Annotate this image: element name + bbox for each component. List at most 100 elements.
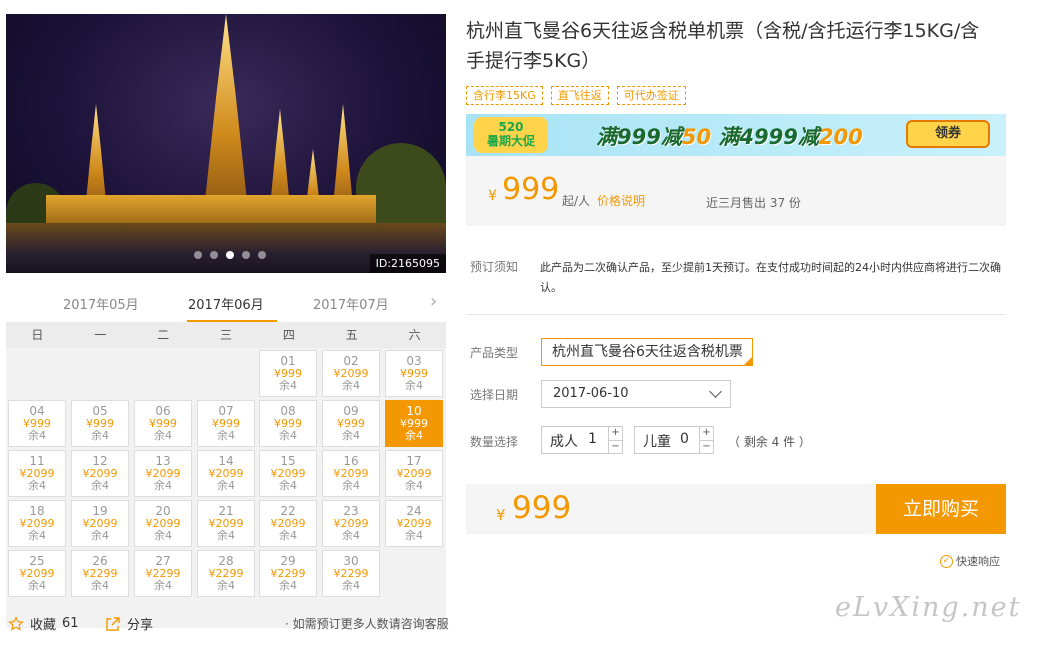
calendar-day-stock: 余4	[279, 429, 297, 442]
slide-dot[interactable]	[258, 251, 266, 259]
product-type-option[interactable]: 杭州直飞曼谷6天往返含税机票	[541, 338, 753, 366]
calendar-day-stock: 余4	[217, 579, 235, 592]
calendar-day-cell[interactable]: 18 ¥2099 余4	[8, 500, 66, 547]
calendar-day-cell[interactable]: 10 ¥999 余4	[385, 400, 443, 447]
month-tab-july[interactable]: 2017年07月	[313, 294, 389, 313]
month-tab-june[interactable]: 2017年06月	[188, 294, 264, 313]
promo-badge: 520 暑期大促	[474, 117, 548, 153]
share-button[interactable]: 分享	[105, 614, 153, 633]
calendar-day-cell[interactable]: 28 ¥2299 余4	[197, 550, 255, 597]
adult-plus-button[interactable]: +	[609, 427, 622, 440]
calendar-day-stock: 余4	[217, 479, 235, 492]
adult-value[interactable]: 1	[588, 431, 597, 447]
offer-prefix: 满999减	[596, 125, 682, 149]
calendar-day-stock: 余4	[91, 479, 109, 492]
consult-service-link[interactable]: · 如需预订更多人数请咨询客服	[285, 615, 449, 632]
child-value[interactable]: 0	[680, 431, 689, 447]
month-nav: 2017年05月 2017年06月 2017年07月 ›	[6, 288, 446, 322]
chevron-down-icon	[709, 385, 722, 398]
slide-dot[interactable]	[194, 251, 202, 259]
slide-dot[interactable]	[226, 251, 234, 259]
calendar-day-cell[interactable]: 09 ¥999 余4	[322, 400, 380, 447]
slide-dot[interactable]	[210, 251, 218, 259]
adult-stepper-buttons: + −	[608, 427, 622, 453]
calendar-day-cell[interactable]: 27 ¥2299 余4	[134, 550, 192, 597]
calendar-day-stock: 余4	[342, 579, 360, 592]
promo-banner[interactable]: 520 暑期大促 满999减50 满4999减200 领券	[466, 114, 1006, 156]
calendar-day-cell[interactable]: 03 ¥999 余4	[385, 350, 443, 397]
get-coupon-button[interactable]: 领券	[906, 120, 990, 148]
calendar-day-cell[interactable]: 19 ¥2099 余4	[71, 500, 129, 547]
calendar-day-cell[interactable]: 17 ¥2099 余4	[385, 450, 443, 497]
calendar-day-cell[interactable]: 29 ¥2299 余4	[259, 550, 317, 597]
calendar-day-stock: 余4	[279, 529, 297, 542]
calendar-day-cell[interactable]: 22 ¥2099 余4	[259, 500, 317, 547]
calendar-day-cell[interactable]: 24 ¥2099 余4	[385, 500, 443, 547]
calendar-day-cell[interactable]: 13 ¥2099 余4	[134, 450, 192, 497]
price-calendar: 日 一 二 三 四 五 六 01 ¥999 余4 02 ¥2099 余4 03 ¥999 余4 0…	[6, 322, 446, 628]
slide-dot[interactable]	[242, 251, 250, 259]
calendar-day-stock: 余4	[279, 379, 297, 392]
promo-badge-top: 520	[498, 120, 524, 134]
child-minus-button[interactable]: −	[700, 440, 713, 453]
calendar-day-stock: 余4	[91, 429, 109, 442]
calendar-day-cell[interactable]: 04 ¥999 余4	[8, 400, 66, 447]
child-label: 儿童	[643, 434, 671, 450]
calendar-day-stock: 余4	[342, 529, 360, 542]
calendar-day-cell[interactable]: 01 ¥999 余4	[259, 350, 317, 397]
price-per-person: 起/人	[562, 194, 591, 208]
calendar-day-cell[interactable]: 14 ¥2099 余4	[197, 450, 255, 497]
child-plus-button[interactable]: +	[700, 427, 713, 440]
chevron-right-icon[interactable]: ›	[430, 291, 437, 312]
calendar-day-cell[interactable]: 07 ¥999 余4	[197, 400, 255, 447]
quantity-label: 数量选择	[470, 435, 519, 449]
month-tab-may[interactable]: 2017年05月	[63, 294, 139, 313]
calendar-day-stock: 余4	[28, 479, 46, 492]
date-select[interactable]: 2017-06-10	[541, 380, 731, 408]
calendar-day-cell[interactable]: 16 ¥2099 余4	[322, 450, 380, 497]
child-stepper[interactable]: 儿童 0 + −	[634, 426, 714, 454]
product-tags: 含行李15KG 直飞往返 可代办签证	[466, 86, 686, 105]
buy-now-button[interactable]: 立即购买	[876, 484, 1006, 534]
calendar-day-cell[interactable]: 08 ¥999 余4	[259, 400, 317, 447]
calendar-day-cell[interactable]: 20 ¥2099 余4	[134, 500, 192, 547]
tag-direct-flight: 直飞往返	[550, 86, 609, 105]
quick-response-badge: ✓ 快速响应	[940, 553, 1000, 569]
price-explain-link[interactable]: 价格说明	[597, 192, 645, 209]
calendar-day-cell[interactable]: 30 ¥2299 余4	[322, 550, 380, 597]
favorite-button[interactable]: 收藏 61	[8, 614, 79, 633]
calendar-day-cell[interactable]: 06 ¥999 余4	[134, 400, 192, 447]
remaining-stock: （ 剩余 4 件 ）	[728, 435, 811, 449]
watermark: eLvXing.net	[835, 592, 1022, 623]
calendar-day-cell[interactable]: 05 ¥999 余4	[71, 400, 129, 447]
adult-minus-button[interactable]: −	[609, 440, 622, 453]
calendar-day-cell[interactable]: 15 ¥2099 余4	[259, 450, 317, 497]
calendar-weekday-header: 日 一 二 三 四 五 六	[6, 322, 446, 348]
offer-a: 50	[681, 125, 712, 149]
weekday-wed: 三	[220, 328, 233, 342]
adult-stepper[interactable]: 成人 1 + −	[541, 426, 623, 454]
hero-spire-main	[203, 14, 249, 214]
calendar-day-stock: 余4	[154, 429, 172, 442]
calendar-day-cell[interactable]: 02 ¥2099 余4	[322, 350, 380, 397]
calendar-day-cell[interactable]: 23 ¥2099 余4	[322, 500, 380, 547]
calendar-day-stock: 余4	[217, 529, 235, 542]
calendar-day-stock: 余4	[91, 579, 109, 592]
calendar-day-stock: 余4	[405, 379, 423, 392]
calendar-day-cell[interactable]: 11 ¥2099 余4	[8, 450, 66, 497]
calendar-day-cell[interactable]: 26 ¥2299 余4	[71, 550, 129, 597]
calendar-day-stock: 余4	[154, 579, 172, 592]
product-type-value: 杭州直飞曼谷6天往返含税机票	[552, 344, 743, 360]
promo-badge-bottom: 暑期大促	[486, 134, 535, 148]
favorite-label: 收藏	[30, 618, 57, 633]
calendar-day-cell[interactable]: 21 ¥2099 余4	[197, 500, 255, 547]
price-amount: 999	[502, 172, 560, 207]
calendar-day-cell[interactable]: 12 ¥2099 余4	[71, 450, 129, 497]
star-icon	[8, 615, 24, 631]
hero-slide-dots[interactable]	[194, 251, 266, 259]
offer-mid: 满4999减	[718, 125, 819, 149]
date-label: 选择日期	[470, 388, 519, 402]
calendar-day-cell[interactable]: 25 ¥2099 余4	[8, 550, 66, 597]
calendar-day-stock: 余4	[405, 529, 423, 542]
calendar-day-stock: 余4	[405, 479, 423, 492]
